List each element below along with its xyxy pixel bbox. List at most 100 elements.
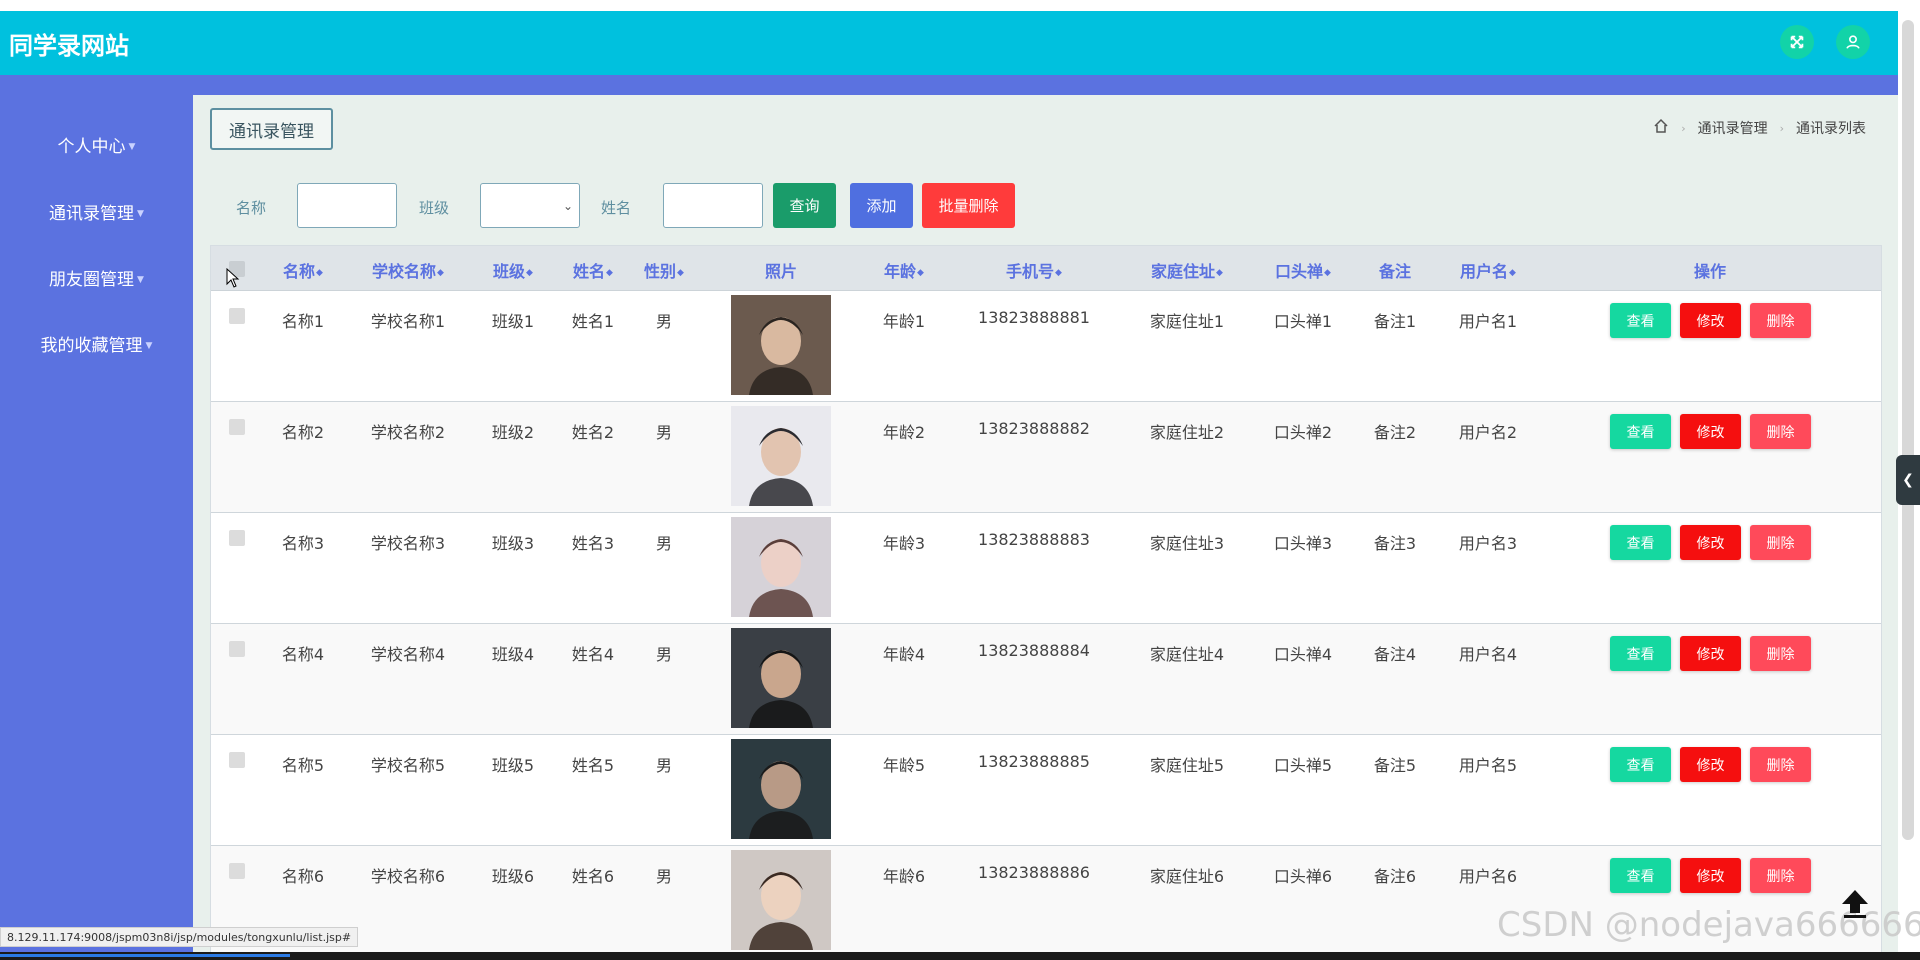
page-tab[interactable]: 通讯录管理 <box>210 108 333 150</box>
delete-button[interactable]: 删除 <box>1750 414 1811 449</box>
row-checkbox[interactable] <box>229 863 245 879</box>
cell-name: 名称4 <box>281 645 325 664</box>
user-icon[interactable] <box>1836 25 1870 59</box>
col-header-address[interactable]: 家庭住址◆ <box>1151 258 1223 282</box>
cell-remark: 备注1 <box>1373 312 1417 331</box>
cell-username: 用户名5 <box>1458 756 1518 775</box>
cell-gender: 男 <box>655 867 673 886</box>
fullscreen-icon[interactable] <box>1780 25 1814 59</box>
name-input[interactable] <box>297 183 397 228</box>
sidebar-item-label: 个人中心 <box>57 137 126 157</box>
cell-address: 家庭住址3 <box>1149 534 1225 553</box>
cell-age: 年龄4 <box>882 645 926 664</box>
view-button[interactable]: 查看 <box>1610 303 1671 338</box>
row-checkbox[interactable] <box>229 530 245 546</box>
sort-icon: ◆ <box>1509 267 1516 278</box>
sidebar: 个人中心 ▼ 通讯录管理 ▼ 朋友圈管理 ▼ 我的收藏管理 ▼ <box>0 75 193 955</box>
row-checkbox[interactable] <box>229 641 245 657</box>
status-url: 8.129.11.174:9008/jspm03n8i/jsp/modules/… <box>0 927 359 947</box>
col-header-remark: 备注 <box>1378 262 1412 281</box>
col-header-name[interactable]: 名称◆ <box>283 258 323 282</box>
avatar-photo <box>731 739 831 839</box>
edit-button[interactable]: 修改 <box>1680 858 1741 893</box>
delete-button[interactable]: 删除 <box>1750 525 1811 560</box>
cell-catchphrase: 口头禅3 <box>1273 534 1333 553</box>
avatar-photo <box>731 850 831 950</box>
view-button[interactable]: 查看 <box>1610 414 1671 449</box>
caret-down-icon: ▼ <box>137 209 144 219</box>
col-header-age[interactable]: 年龄◆ <box>884 258 924 282</box>
query-button[interactable]: 查询 <box>773 183 836 228</box>
edit-button[interactable]: 修改 <box>1680 747 1741 782</box>
cell-class: 班级6 <box>491 867 535 886</box>
col-header-username[interactable]: 用户名◆ <box>1460 258 1516 282</box>
side-collapse-tab[interactable]: ❮ <box>1896 455 1920 505</box>
table-row: 名称4 学校名称4 班级4 姓名4 男 年龄4 13823888884 家庭住址4 口头禅4 备注… <box>211 624 1881 735</box>
home-icon[interactable] <box>1653 118 1669 138</box>
edit-button[interactable]: 修改 <box>1680 636 1741 671</box>
row-checkbox[interactable] <box>229 308 245 324</box>
row-checkbox[interactable] <box>229 752 245 768</box>
sort-icon: ◆ <box>677 267 684 278</box>
col-header-class[interactable]: 班级◆ <box>493 258 533 282</box>
cell-gender: 男 <box>655 645 673 664</box>
delete-button[interactable]: 删除 <box>1750 858 1811 893</box>
window-top-strip <box>0 0 1920 11</box>
cell-remark: 备注5 <box>1373 756 1417 775</box>
cell-gender: 男 <box>655 312 673 331</box>
breadcrumb-item[interactable]: 通讯录管理 <box>1698 118 1768 138</box>
cell-address: 家庭住址2 <box>1149 423 1225 442</box>
cell-username: 用户名2 <box>1458 423 1518 442</box>
cell-catchphrase: 口头禅2 <box>1273 423 1333 442</box>
cell-person: 姓名4 <box>571 645 615 664</box>
cell-school: 学校名称4 <box>370 645 446 664</box>
sidebar-item-moments[interactable]: 朋友圈管理 ▼ <box>0 265 193 290</box>
chevron-down-icon: ⌄ <box>562 198 573 213</box>
name-label: 名称 <box>236 199 267 217</box>
cell-school: 学校名称5 <box>370 756 446 775</box>
cell-school: 学校名称3 <box>370 534 446 553</box>
top-header: 同学录网站 <box>0 11 1898 75</box>
col-header-gender[interactable]: 性别◆ <box>644 258 684 282</box>
cell-phone: 13823888883 <box>978 530 1090 549</box>
breadcrumb: › 通讯录管理 › 通讯录列表 <box>1653 118 1866 138</box>
cell-name: 名称1 <box>281 312 325 331</box>
delete-button[interactable]: 删除 <box>1750 303 1811 338</box>
cell-remark: 备注3 <box>1373 534 1417 553</box>
cell-address: 家庭住址4 <box>1149 645 1225 664</box>
page-scrollbar[interactable] <box>1902 20 1914 840</box>
edit-button[interactable]: 修改 <box>1680 414 1741 449</box>
sidebar-item-address-book[interactable]: 通讯录管理 ▼ <box>0 199 193 224</box>
view-button[interactable]: 查看 <box>1610 525 1671 560</box>
batch-delete-button[interactable]: 批量删除 <box>922 183 1015 228</box>
class-select[interactable]: ⌄ <box>480 183 580 228</box>
view-button[interactable]: 查看 <box>1610 747 1671 782</box>
cell-catchphrase: 口头禅6 <box>1273 867 1333 886</box>
caret-down-icon: ▼ <box>145 341 153 351</box>
col-header-catchphrase[interactable]: 口头禅◆ <box>1275 258 1331 282</box>
delete-button[interactable]: 删除 <box>1750 636 1811 671</box>
person-name-input[interactable] <box>663 183 763 228</box>
cell-school: 学校名称2 <box>370 423 446 442</box>
sidebar-item-favorites[interactable]: 我的收藏管理 ▼ <box>0 331 193 356</box>
cell-username: 用户名3 <box>1458 534 1518 553</box>
sort-icon: ◆ <box>1324 267 1331 278</box>
cell-username: 用户名6 <box>1458 867 1518 886</box>
row-checkbox[interactable] <box>229 419 245 435</box>
col-header-phone[interactable]: 手机号◆ <box>1006 258 1062 282</box>
view-button[interactable]: 查看 <box>1610 858 1671 893</box>
header-underband <box>0 75 1898 95</box>
sidebar-item-personal-center[interactable]: 个人中心 ▼ <box>0 132 193 157</box>
cell-name: 名称3 <box>281 534 325 553</box>
col-header-person[interactable]: 姓名◆ <box>573 258 613 282</box>
cell-phone: 13823888884 <box>978 641 1090 660</box>
add-button[interactable]: 添加 <box>850 183 913 228</box>
cell-person: 姓名1 <box>571 312 615 331</box>
edit-button[interactable]: 修改 <box>1680 303 1741 338</box>
edit-button[interactable]: 修改 <box>1680 525 1741 560</box>
view-button[interactable]: 查看 <box>1610 636 1671 671</box>
cell-age: 年龄5 <box>882 756 926 775</box>
delete-button[interactable]: 删除 <box>1750 747 1811 782</box>
col-header-school[interactable]: 学校名称◆ <box>372 258 444 282</box>
back-to-top-icon[interactable] <box>1838 886 1872 920</box>
